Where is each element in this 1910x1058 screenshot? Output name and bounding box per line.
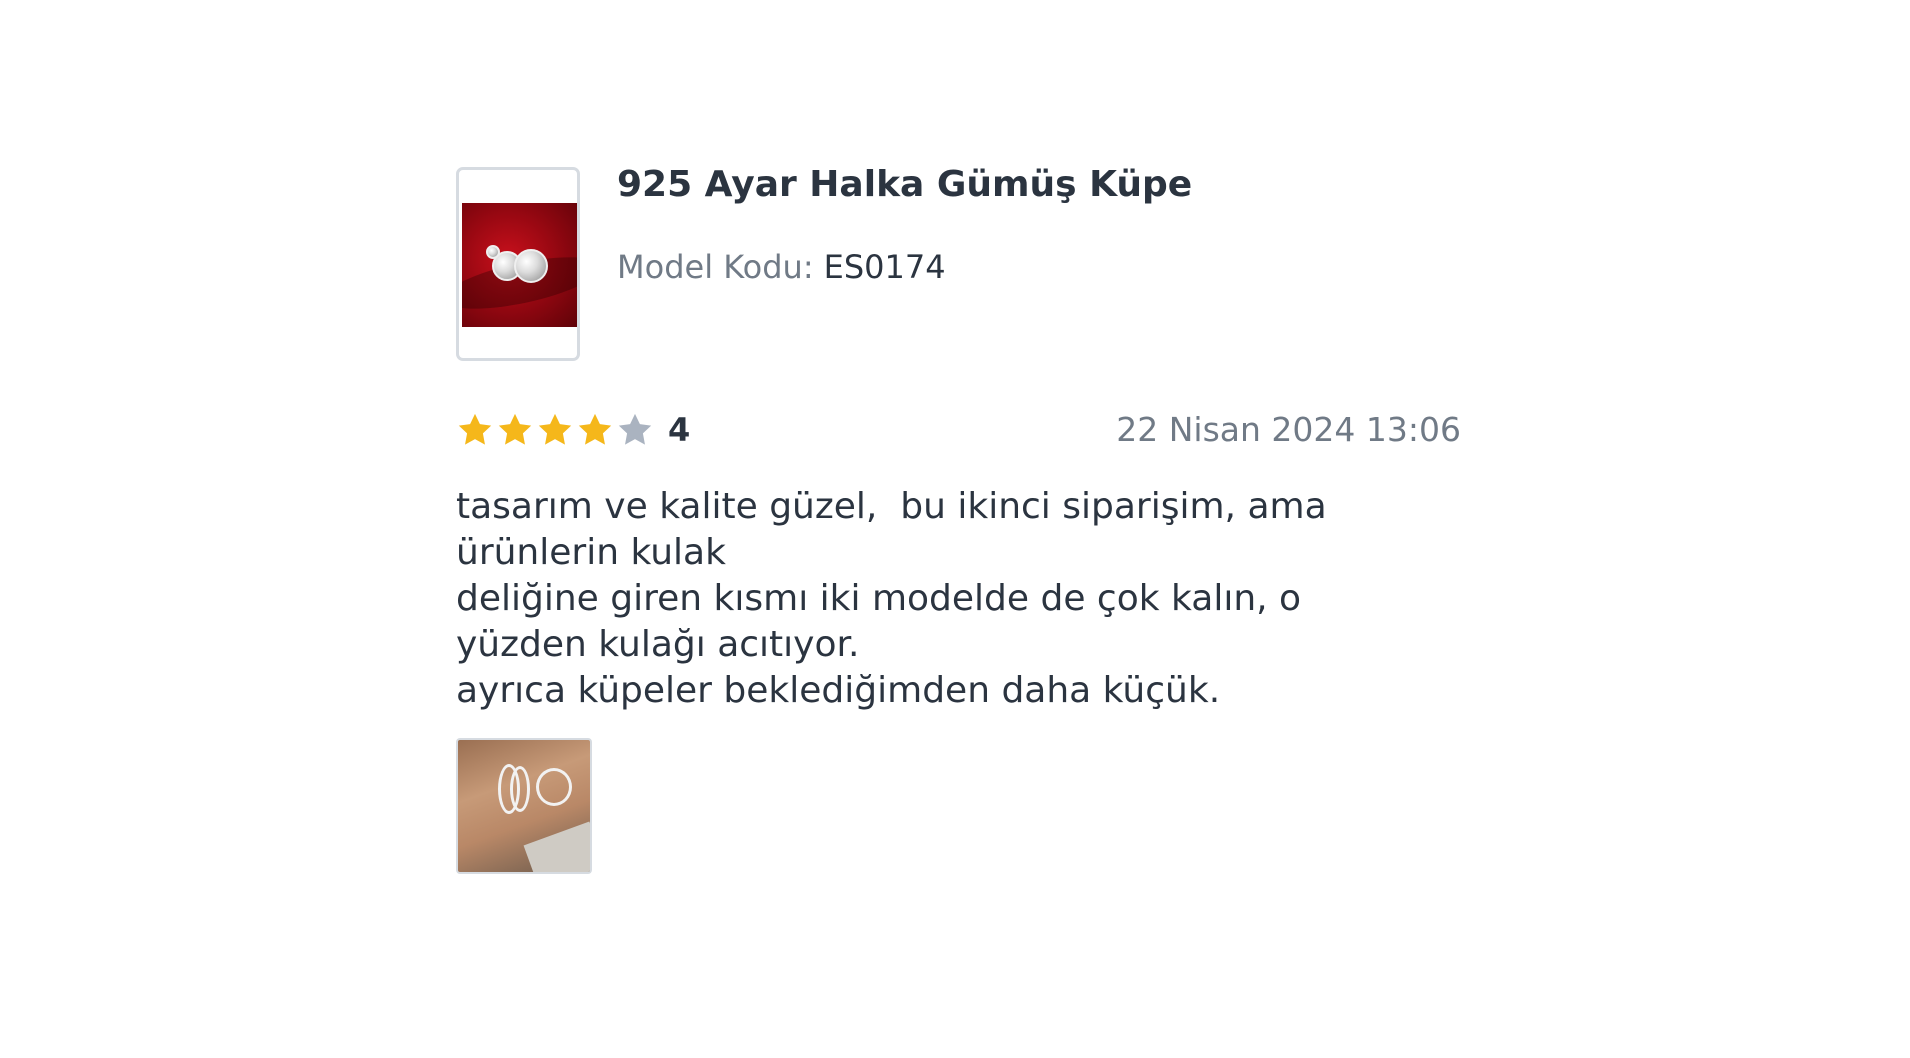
star-icon bbox=[618, 413, 652, 445]
model-code-value: ES0174 bbox=[823, 248, 946, 286]
star-icon bbox=[578, 413, 612, 445]
model-code: Model Kodu: ES0174 bbox=[617, 248, 946, 286]
star-icon bbox=[498, 413, 532, 445]
rating-stars: 4 bbox=[456, 408, 690, 452]
product-photo bbox=[462, 203, 577, 327]
star-icon bbox=[458, 413, 492, 445]
review-text-line: tasarım ve kalite güzel, bu ikinci sipar… bbox=[456, 486, 1327, 527]
model-code-label: Model Kodu: bbox=[617, 248, 814, 286]
review-text: tasarım ve kalite güzel, bu ikinci sipar… bbox=[456, 484, 1356, 714]
star-icon bbox=[538, 413, 572, 445]
review-date: 22 Nisan 2024 13:06 bbox=[1116, 410, 1461, 449]
product-thumbnail[interactable] bbox=[456, 167, 580, 361]
review-text-line: yüzden kulağı acıtıyor. bbox=[456, 624, 860, 665]
review-text-line: deliğine giren kısmı iki modelde de çok … bbox=[456, 578, 1302, 619]
review-text-line: ürünlerin kulak bbox=[456, 532, 726, 573]
review-text-line: ayrıca küpeler beklediğimden daha küçük. bbox=[456, 670, 1221, 711]
review-page: 925 Ayar Halka Gümüş Küpe Model Kodu: ES0… bbox=[0, 0, 1910, 1058]
product-title[interactable]: 925 Ayar Halka Gümüş Küpe bbox=[617, 164, 1192, 205]
review-photo[interactable] bbox=[456, 738, 592, 874]
rating-value: 4 bbox=[668, 411, 691, 449]
